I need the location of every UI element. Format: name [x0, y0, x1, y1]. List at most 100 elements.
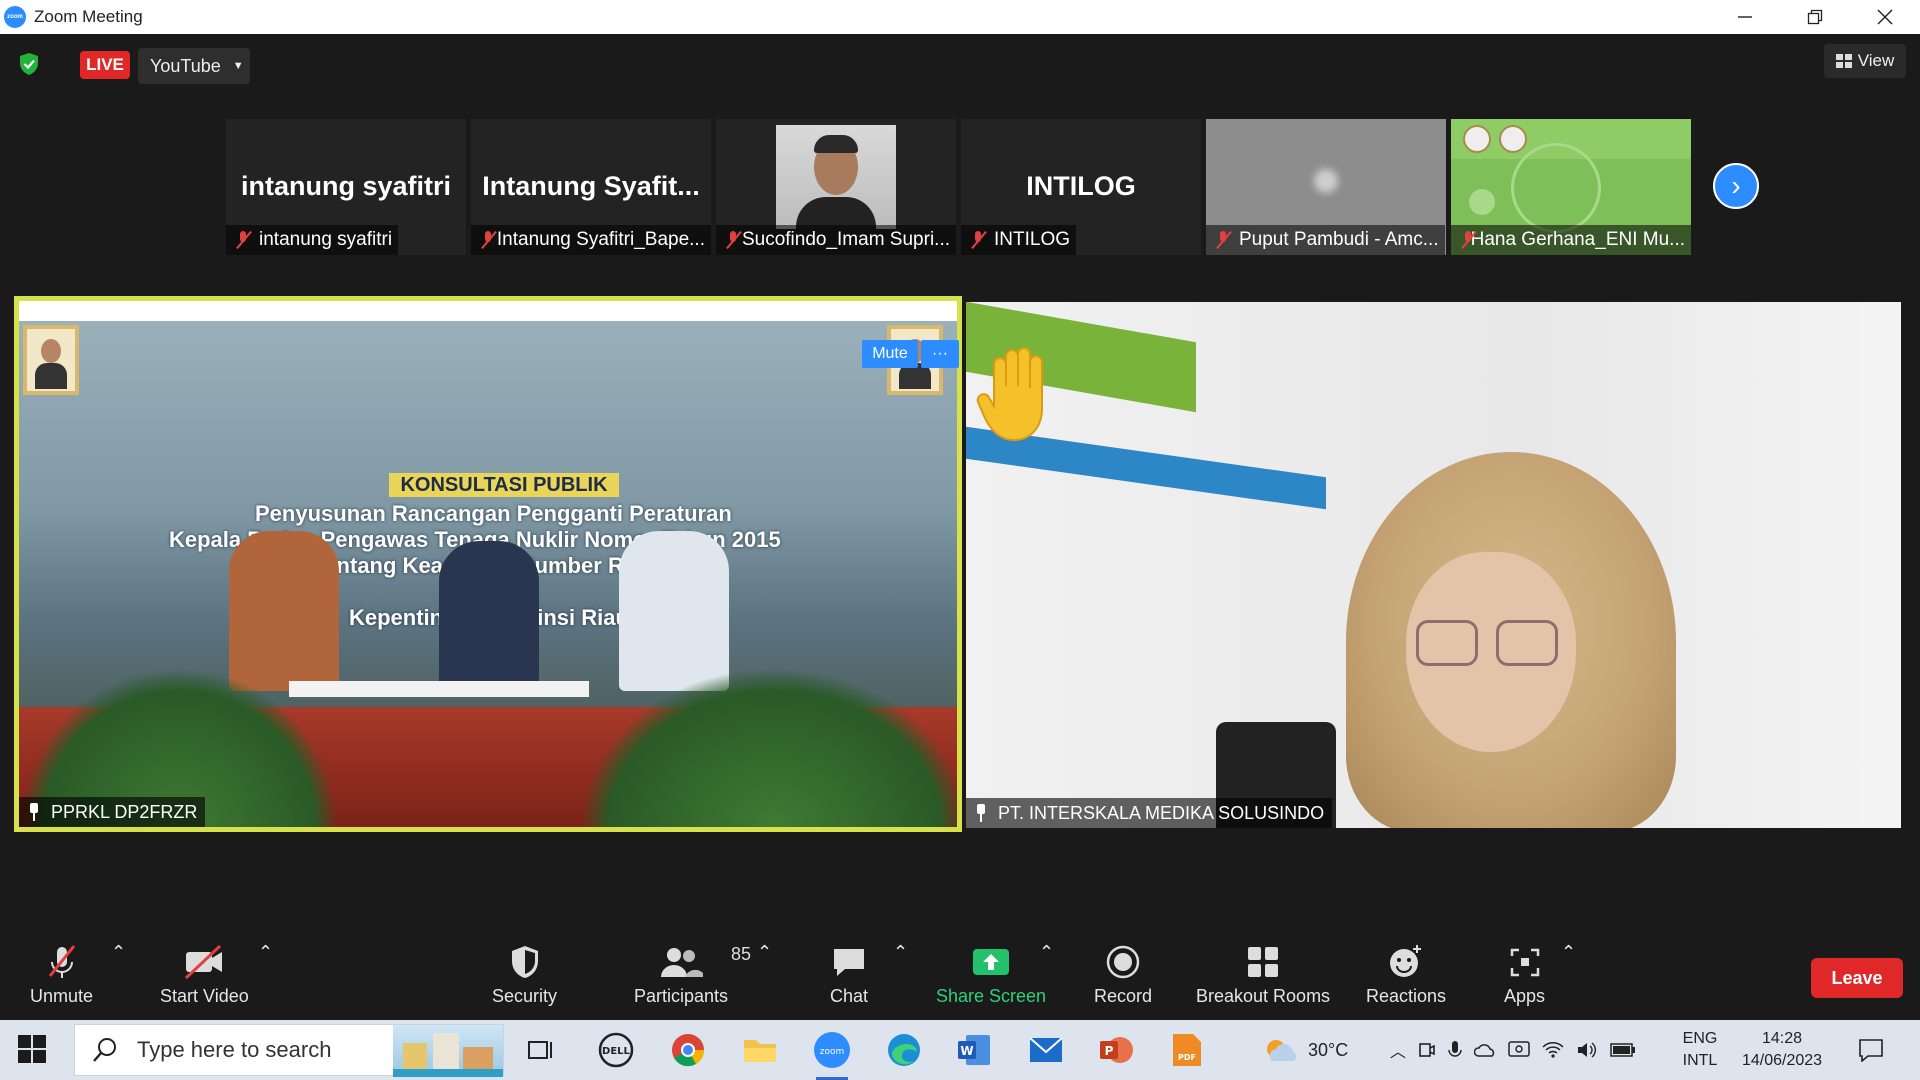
- live-stream-target: YouTube: [150, 55, 221, 76]
- raised-hand-icon: [976, 347, 1043, 442]
- restore-button[interactable]: [1780, 0, 1850, 34]
- audio-options-caret[interactable]: ⌃: [111, 942, 126, 963]
- next-page-button[interactable]: ›: [1713, 163, 1759, 209]
- file-explorer-button[interactable]: [740, 1030, 780, 1070]
- system-tray: ︿: [1390, 1020, 1636, 1080]
- chat-options-caret[interactable]: ⌃: [893, 942, 908, 963]
- taskbar-clock[interactable]: 14:28 14/06/2023: [1732, 1028, 1832, 1072]
- video-options-caret[interactable]: ⌃: [258, 942, 273, 963]
- mic-muted-icon: [481, 231, 491, 249]
- participant-tile[interactable]: Hana Gerhana_ENI Mu...: [1451, 119, 1691, 255]
- window-title: Zoom Meeting: [34, 7, 143, 26]
- microphone-muted-icon: [48, 945, 75, 978]
- share-screen-icon: [973, 949, 1010, 975]
- breakout-rooms-label: Breakout Rooms: [1196, 986, 1331, 1006]
- svg-text:P: P: [1105, 1044, 1114, 1058]
- chat-button[interactable]: Chat: [830, 942, 868, 1007]
- microphone-icon[interactable]: [1448, 1040, 1462, 1060]
- window-controls: [1710, 0, 1920, 34]
- apps-options-caret[interactable]: ⌃: [1561, 942, 1576, 963]
- wifi-icon[interactable]: [1542, 1041, 1564, 1059]
- participant-name: PT. INTERSKALA MEDIKA SOLUSINDO: [998, 802, 1325, 823]
- zoom-icon: zoom: [814, 1032, 850, 1068]
- taskbar-search-box[interactable]: Type here to search: [74, 1024, 504, 1077]
- notifications-button[interactable]: [1851, 1030, 1891, 1070]
- banner-title: KONSULTASI PUBLIK: [389, 473, 619, 497]
- unmute-button[interactable]: Unmute: [30, 942, 93, 1007]
- participant-tile[interactable]: INTILOG INTILOG: [961, 119, 1201, 255]
- task-view-button[interactable]: [521, 1030, 561, 1070]
- reactions-button[interactable]: Reactions: [1366, 942, 1446, 1007]
- notification-icon: [1859, 1039, 1883, 1062]
- weather-widget[interactable]: 30°C: [1262, 1020, 1348, 1080]
- minimize-button[interactable]: [1710, 0, 1780, 34]
- chat-label: Chat: [830, 986, 869, 1006]
- pdf-icon: PDF: [1173, 1034, 1201, 1066]
- participant-video[interactable]: PT. INTERSKALA MEDIKA SOLUSINDO: [966, 302, 1901, 828]
- chevron-right-icon: ›: [1731, 170, 1741, 201]
- video-off-icon: [185, 944, 223, 980]
- participant-display-name: intanung syafitri: [240, 171, 451, 201]
- participants-button[interactable]: 85 Participants: [634, 942, 751, 1007]
- leave-button[interactable]: Leave: [1811, 958, 1903, 998]
- dell-icon: DELL: [598, 1032, 634, 1068]
- pin-icon: [974, 804, 988, 822]
- share-options-caret[interactable]: ⌃: [1039, 942, 1054, 963]
- more-options-button[interactable]: ···: [921, 340, 959, 368]
- start-video-button[interactable]: Start Video: [160, 942, 249, 1007]
- edge-app-button[interactable]: [884, 1030, 924, 1070]
- task-view-icon: [528, 1041, 552, 1059]
- live-stream-dropdown[interactable]: YouTube ▼: [138, 48, 250, 84]
- participant-tile[interactable]: Sucofindo_Imam Supri...: [716, 119, 956, 255]
- chrome-app-button[interactable]: [668, 1030, 708, 1070]
- participant-tile[interactable]: Intanung Syafit... Intanung Syafitri_Bap…: [471, 119, 711, 255]
- participant-video: [776, 125, 896, 237]
- shield-icon: [511, 946, 538, 978]
- word-app-button[interactable]: W: [954, 1030, 994, 1070]
- caret-down-icon: ▼: [232, 60, 244, 72]
- live-badge[interactable]: LIVE: [80, 51, 130, 79]
- zoom-app-button[interactable]: zoom: [812, 1030, 852, 1080]
- battery-icon[interactable]: [1610, 1043, 1636, 1057]
- apps-icon: [1510, 948, 1539, 977]
- participant-name: Sucofindo_Imam Supri...: [741, 229, 950, 250]
- svg-text:zoom: zoom: [820, 1047, 845, 1057]
- meet-now-icon[interactable]: [1418, 1040, 1436, 1060]
- display-settings-icon[interactable]: [1508, 1041, 1530, 1059]
- mute-participant-button[interactable]: Mute: [862, 340, 918, 368]
- windows-start-icon[interactable]: [18, 1035, 46, 1063]
- record-button[interactable]: Record: [1094, 942, 1152, 1007]
- participant-name-label: PT. INTERSKALA MEDIKA SOLUSINDO: [966, 798, 1333, 828]
- clock-date: 14/06/2023: [1741, 1052, 1823, 1069]
- close-button[interactable]: [1850, 0, 1920, 34]
- breakout-rooms-button[interactable]: Breakout Rooms: [1196, 942, 1330, 1007]
- active-speaker-video[interactable]: KONSULTASI PUBLIK Penyusunan Rancangan P…: [14, 296, 962, 832]
- mic-muted-icon: [726, 231, 736, 249]
- dell-app-button[interactable]: DELL: [596, 1030, 636, 1070]
- restore-icon: [1807, 9, 1823, 25]
- mic-muted-icon: [1216, 231, 1230, 249]
- participant-tile[interactable]: Puput Pambudi - Amc...: [1206, 119, 1446, 255]
- minimize-icon: [1738, 16, 1752, 18]
- share-screen-button[interactable]: Share Screen: [936, 942, 1046, 1007]
- participants-options-caret[interactable]: ⌃: [757, 942, 772, 963]
- security-button[interactable]: Security: [492, 942, 557, 1007]
- powerpoint-icon: P: [1100, 1037, 1133, 1063]
- participant-name: intanung syafitri: [259, 229, 393, 250]
- pdf-app-button[interactable]: PDF: [1166, 1030, 1206, 1070]
- svg-text:DELL: DELL: [602, 1046, 631, 1057]
- apps-button[interactable]: Apps: [1504, 942, 1545, 1007]
- onedrive-cloud-icon[interactable]: [1474, 1042, 1496, 1058]
- participant-name-label: INTILOG: [961, 225, 1077, 255]
- participants-icon: [661, 948, 704, 977]
- close-icon: [1877, 9, 1893, 25]
- participant-tile[interactable]: intanung syafitri intanung syafitri: [226, 119, 466, 255]
- reactions-label: Reactions: [1366, 986, 1447, 1006]
- mail-app-button[interactable]: [1026, 1030, 1066, 1070]
- show-hidden-icons-button[interactable]: ︿: [1390, 1038, 1406, 1062]
- view-button[interactable]: View: [1824, 44, 1906, 78]
- volume-icon[interactable]: [1576, 1041, 1598, 1059]
- encryption-shield-icon[interactable]: [18, 52, 40, 76]
- powerpoint-app-button[interactable]: P: [1096, 1030, 1136, 1070]
- input-language-indicator[interactable]: ENG INTL: [1680, 1028, 1720, 1072]
